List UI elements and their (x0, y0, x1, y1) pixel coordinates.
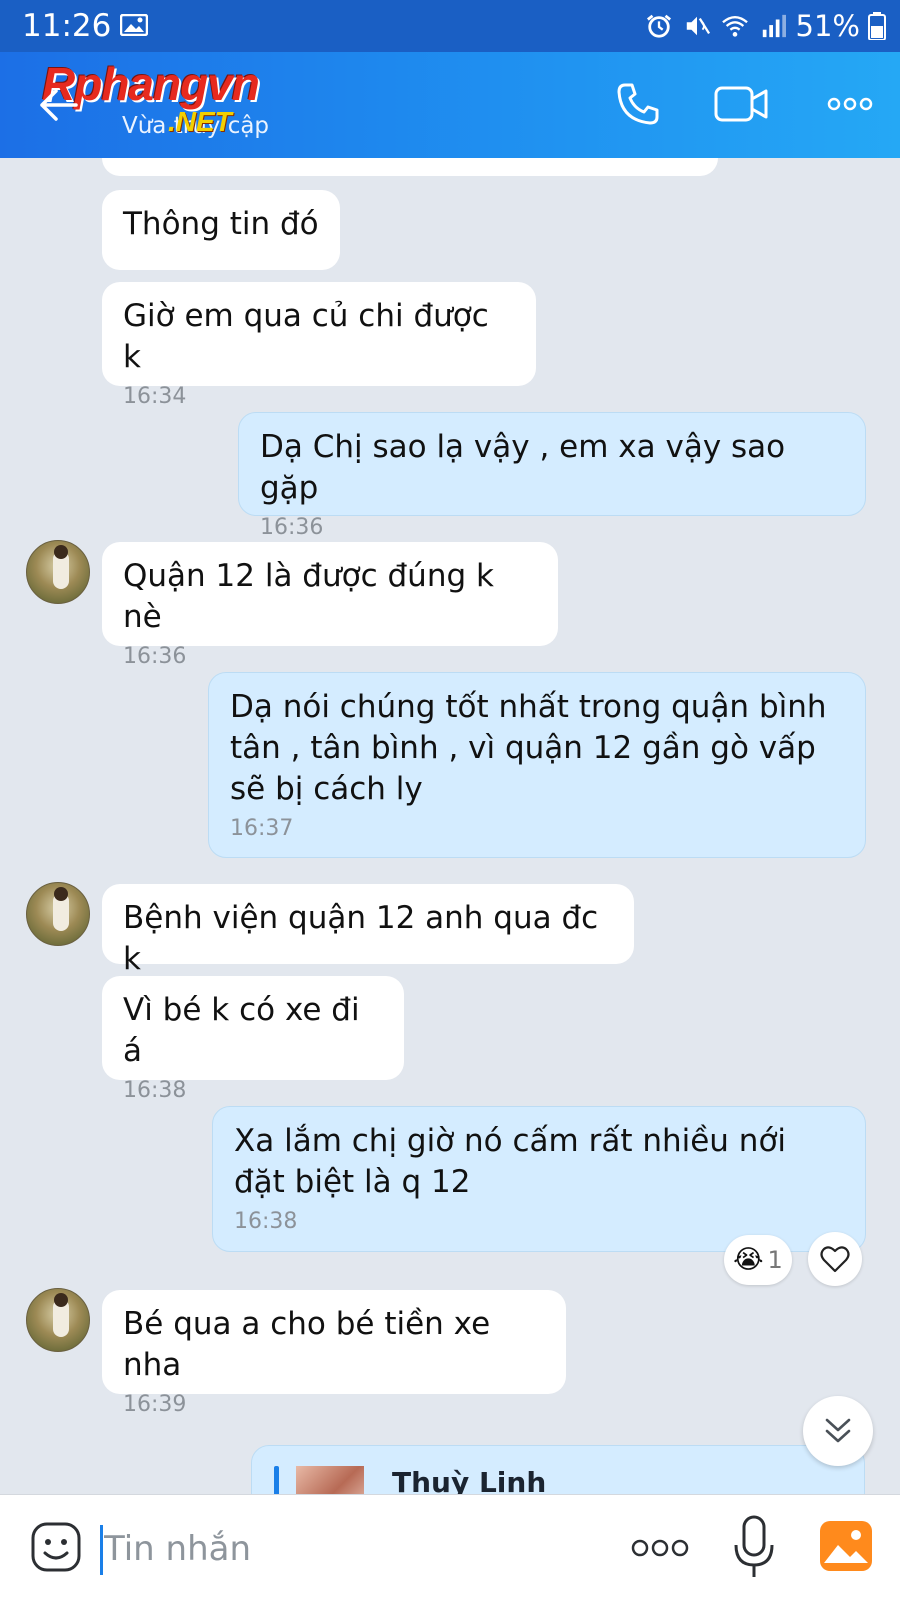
wifi-icon (721, 16, 748, 37)
reaction-summary[interactable]: 😭 1 (724, 1235, 792, 1285)
message-text: Giờ em qua củ chi được k (123, 298, 489, 375)
message-bubble-incoming[interactable]: Thông tin đó (102, 190, 340, 270)
message-time: 16:38 (234, 1209, 298, 1234)
scroll-to-bottom-button[interactable] (803, 1396, 873, 1466)
photo-gallery-icon[interactable] (818, 1519, 874, 1573)
message-bubble-incoming[interactable]: Quận 12 là được đúng k nè 16:36 (102, 542, 558, 669)
message-text: Thông tin đó (123, 206, 319, 242)
contact-status: Vừa truy cập .NET (122, 106, 269, 142)
message-bubble-incoming[interactable]: Bệnh viện quận 12 anh qua đc k (102, 884, 634, 977)
message-time: 16:38 (123, 1078, 187, 1103)
quote-indicator (274, 1466, 279, 1494)
crying-face-icon: 😭 (733, 1245, 764, 1275)
status-time: 11:26 (22, 8, 112, 44)
message-bubble-outgoing[interactable]: Xa lắm chị giờ nó cấm rất nhiều nới đặt … (212, 1106, 866, 1252)
quoted-reply-bubble[interactable]: Thuỳ Linh (251, 1445, 865, 1494)
message-bubble-incoming[interactable]: Giờ em qua củ chi được k 16:34 (102, 282, 536, 409)
alarm-icon (646, 14, 671, 38)
sticker-emoji-icon[interactable] (30, 1521, 82, 1573)
status-bar: 11:26 51% (0, 0, 900, 52)
message-time: 16:34 (123, 384, 187, 409)
message-bubble-outgoing[interactable]: Dạ nói chúng tốt nhất trong quận bình tâ… (208, 672, 866, 858)
mute-icon (686, 16, 710, 36)
more-options-button[interactable] (820, 74, 880, 134)
message-bubble-incoming[interactable]: Vì bé k có xe đi á 16:38 (102, 976, 404, 1103)
message-list[interactable]: Thông tin đó Giờ em qua củ chi được k 16… (0, 158, 900, 1494)
reaction-count: 1 (767, 1246, 783, 1274)
message-text: Xa lắm chị giờ nó cấm rất nhiều nới đặt … (234, 1123, 787, 1200)
signal-icon (762, 14, 786, 38)
battery-percent: 51% (795, 9, 860, 43)
battery-icon (868, 12, 886, 40)
contact-avatar[interactable] (26, 882, 90, 946)
more-actions-icon[interactable] (630, 1531, 690, 1565)
text-cursor (100, 1525, 103, 1575)
message-text: Bé qua a cho bé tiền xe nha (123, 1306, 491, 1383)
message-bubble-partial[interactable] (102, 158, 718, 176)
message-text: Dạ Chị sao lạ vậy , em xa vậy sao gặp (260, 429, 786, 506)
composer-bar (0, 1494, 900, 1601)
message-text: Quận 12 là được đúng k nè (123, 558, 494, 635)
contact-avatar[interactable] (26, 1288, 90, 1352)
chat-header: Rphangvn Vừa truy cập .NET (0, 52, 900, 158)
message-bubble-incoming[interactable]: Bé qua a cho bé tiền xe nha 16:39 (102, 1290, 566, 1417)
message-text: Bệnh viện quận 12 anh qua đc k (123, 900, 599, 977)
heart-icon (820, 1246, 850, 1273)
phone-icon (617, 83, 659, 125)
react-button[interactable] (808, 1232, 862, 1286)
message-time: 16:36 (260, 515, 324, 540)
message-text: Vì bé k có xe đi á (123, 992, 360, 1069)
more-options-icon (827, 97, 873, 111)
watermark-logo: Rphangvn (42, 58, 332, 110)
quote-sender-name: Thuỳ Linh (392, 1466, 547, 1494)
logo-suffix: .NET (168, 106, 232, 137)
video-call-button[interactable] (712, 74, 772, 134)
contact-avatar[interactable] (26, 540, 90, 604)
message-input[interactable] (104, 1521, 584, 1577)
gallery-icon (120, 14, 148, 36)
message-time: 16:37 (230, 816, 294, 841)
voice-call-button[interactable] (608, 74, 668, 134)
message-time: 16:36 (123, 644, 187, 669)
status-icons: 51% (644, 8, 886, 44)
message-bubble-outgoing[interactable]: Dạ Chị sao lạ vậy , em xa vậy sao gặp 16… (238, 412, 866, 540)
quote-thumbnail (296, 1466, 364, 1494)
double-chevron-down-icon (825, 1418, 851, 1443)
message-text: Dạ nói chúng tốt nhất trong quận bình tâ… (230, 689, 827, 807)
message-time: 16:39 (123, 1392, 187, 1417)
video-call-icon (714, 86, 768, 122)
back-arrow-icon[interactable] (38, 88, 78, 122)
microphone-icon[interactable] (732, 1515, 776, 1581)
